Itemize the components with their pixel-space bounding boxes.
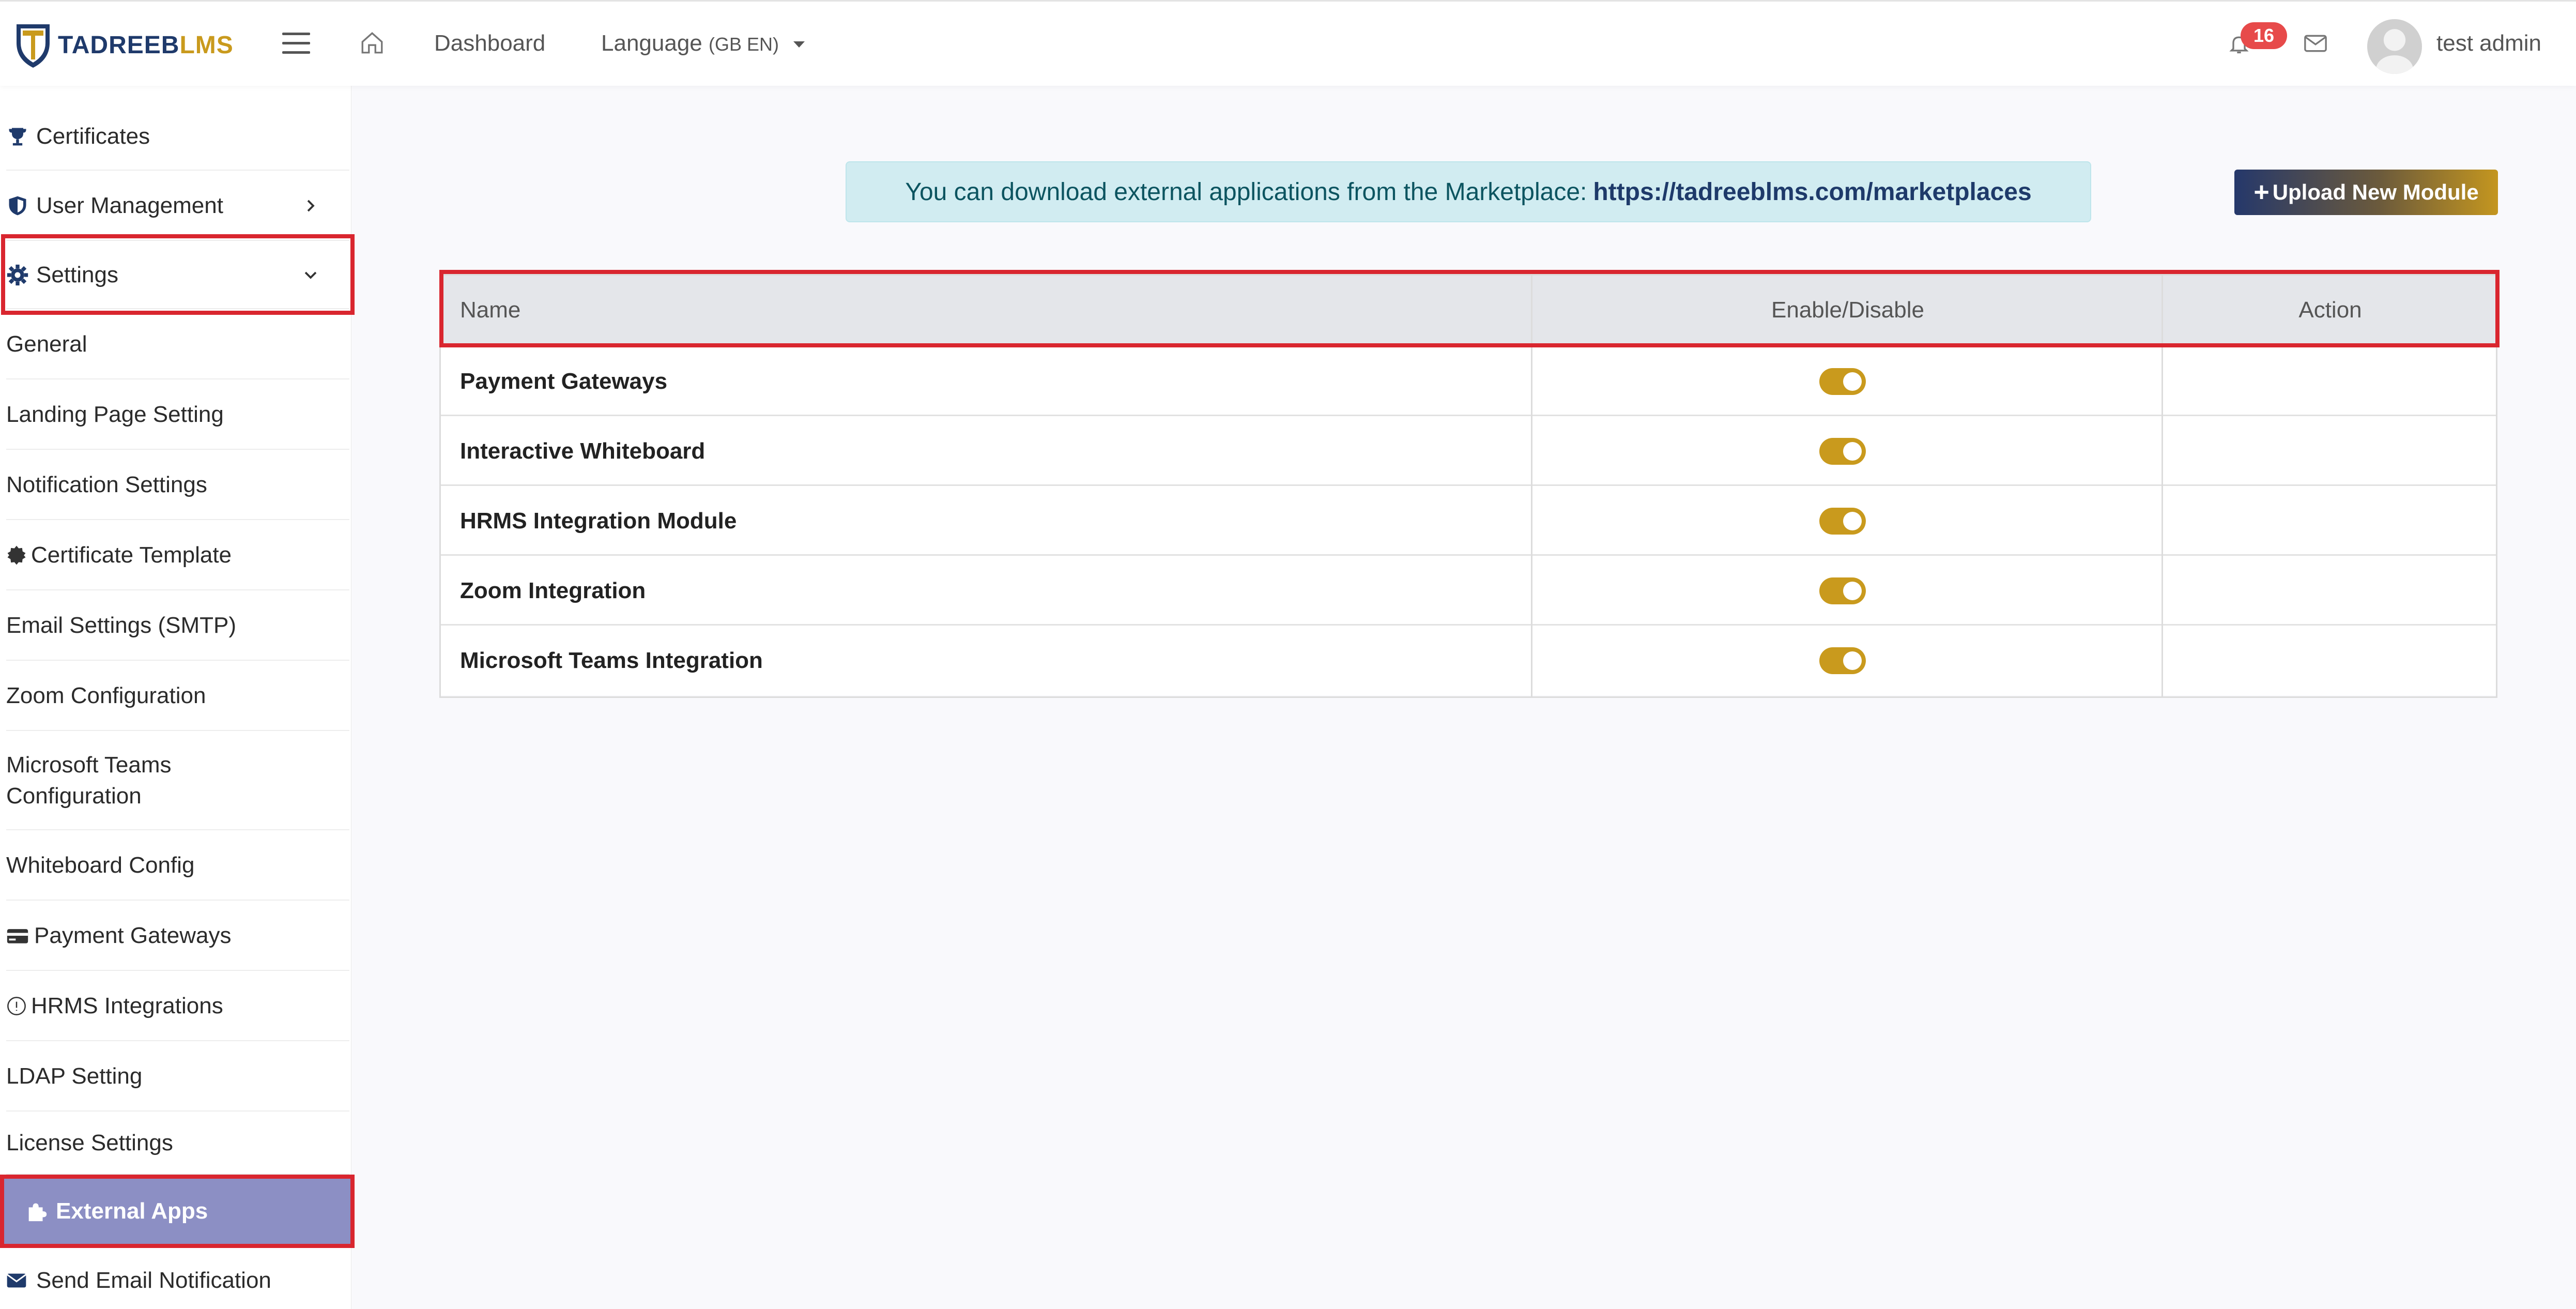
enable-toggle[interactable] (1819, 577, 1866, 604)
module-name: Payment Gateways (460, 368, 668, 394)
enable-toggle[interactable] (1819, 368, 1866, 395)
menu-icon[interactable] (282, 33, 310, 57)
shield-icon (9, 196, 26, 216)
sidebar-item-external-apps[interactable]: External Apps (0, 1175, 355, 1248)
avatar[interactable] (2367, 19, 2422, 74)
logo-shield-icon (17, 24, 50, 68)
sidebar-item-general[interactable]: General (6, 310, 349, 379)
table-row: Payment Gateways (439, 346, 2497, 416)
envelope-icon (6, 1273, 27, 1288)
chevron-right-icon (307, 200, 315, 212)
sidebar-item-label: General (6, 331, 87, 357)
upload-new-module-button[interactable]: + Upload New Module (2234, 170, 2498, 215)
mail-icon[interactable] (2304, 35, 2327, 52)
user-silhouette-icon (2375, 29, 2414, 74)
sidebar-item-label: Certificate Template (31, 542, 232, 568)
top-header: TADREEBLMS Dashboard Language (GB EN) 16… (0, 0, 2576, 86)
trophy-icon (9, 128, 26, 146)
sidebar-item-label: User Management (36, 193, 223, 218)
puzzle-icon (28, 1203, 47, 1222)
sidebar-item-label: Email Settings (SMTP) (6, 613, 236, 638)
module-name: HRMS Integration Module (460, 508, 737, 534)
table-row: Zoom Integration (439, 556, 2497, 626)
module-name: Interactive Whiteboard (460, 438, 706, 464)
enable-toggle[interactable] (1819, 508, 1866, 535)
user-name[interactable]: test admin (2436, 31, 2541, 56)
enable-toggle[interactable] (1819, 438, 1866, 465)
enable-toggle[interactable] (1819, 647, 1866, 674)
badge-icon (7, 545, 26, 565)
language-label: Language (601, 31, 702, 56)
sidebar-item-license-settings[interactable]: License Settings (6, 1113, 349, 1175)
marketplace-info-banner: You can download external applications f… (846, 161, 2091, 222)
sidebar-item-send-email-notification[interactable]: Send Email Notification (6, 1252, 349, 1309)
logo[interactable]: TADREEBLMS (13, 19, 234, 71)
home-icon[interactable] (359, 30, 385, 56)
credit-card-icon (7, 929, 28, 943)
table-header-highlight (439, 270, 2500, 347)
sidebar-item-label: Microsoft Teams Configuration (6, 752, 172, 809)
sidebar-item-label: License Settings (6, 1130, 173, 1155)
sidebar-item-label: HRMS Integrations (31, 993, 223, 1018)
sidebar-item-label: LDAP Setting (6, 1063, 143, 1089)
sidebar-item-label: Whiteboard Config (6, 853, 195, 878)
caret-down-icon (793, 41, 805, 48)
language-code: (GB EN) (709, 34, 779, 55)
sidebar-item-label: Landing Page Setting (6, 402, 224, 427)
notification-badge: 16 (2241, 22, 2287, 49)
sidebar-item-payment-gateways[interactable]: Payment Gateways (6, 902, 349, 971)
table-row: Microsoft Teams Integration (439, 626, 2497, 695)
sidebar-item-email-settings[interactable]: Email Settings (SMTP) (6, 591, 349, 661)
banner-text: You can download external applications f… (905, 178, 1587, 206)
plus-icon: + (2253, 177, 2270, 207)
sidebar-item-whiteboard-config[interactable]: Whiteboard Config (6, 831, 349, 901)
sidebar-item-zoom-configuration[interactable]: Zoom Configuration (6, 662, 349, 731)
sidebar-item-hrms-integrations[interactable]: HRMS Integrations (6, 972, 349, 1041)
settings-highlight (1, 234, 355, 315)
module-name: Zoom Integration (460, 577, 646, 603)
marketplace-link[interactable]: https://tadreeblms.com/marketplaces (1593, 178, 2031, 206)
sidebar-item-microsoft-teams-configuration[interactable]: Microsoft Teams Configuration (6, 732, 349, 830)
upload-button-label: Upload New Module (2272, 180, 2479, 204)
language-dropdown[interactable]: Language (GB EN) (601, 31, 805, 56)
sidebar-item-certificates[interactable]: Certificates (6, 103, 349, 171)
sidebar-item-label: Certificates (36, 124, 150, 149)
sidebar-item-certificate-template[interactable]: Certificate Template (6, 521, 349, 590)
module-name: Microsoft Teams Integration (460, 647, 763, 673)
sidebar-item-notification-settings[interactable]: Notification Settings (6, 451, 349, 520)
table-row: HRMS Integration Module (439, 486, 2497, 556)
sidebar-item-label: Zoom Configuration (6, 683, 206, 708)
sidebar-item-label: Payment Gateways (34, 923, 232, 948)
sidebar-item-label: Notification Settings (6, 472, 207, 497)
sidebar-item-label: Send Email Notification (36, 1268, 271, 1293)
sidebar-item-user-management[interactable]: User Management (6, 172, 349, 241)
sidebar-item-landing-page-setting[interactable]: Landing Page Setting (6, 380, 349, 450)
sidebar-item-ldap-setting[interactable]: LDAP Setting (6, 1042, 349, 1112)
nav-dashboard[interactable]: Dashboard (434, 31, 545, 56)
sidebar-item-label: External Apps (56, 1198, 208, 1224)
table-row: Interactive Whiteboard (439, 416, 2497, 486)
info-icon (7, 997, 26, 1015)
logo-text: TADREEBLMS (58, 31, 234, 59)
